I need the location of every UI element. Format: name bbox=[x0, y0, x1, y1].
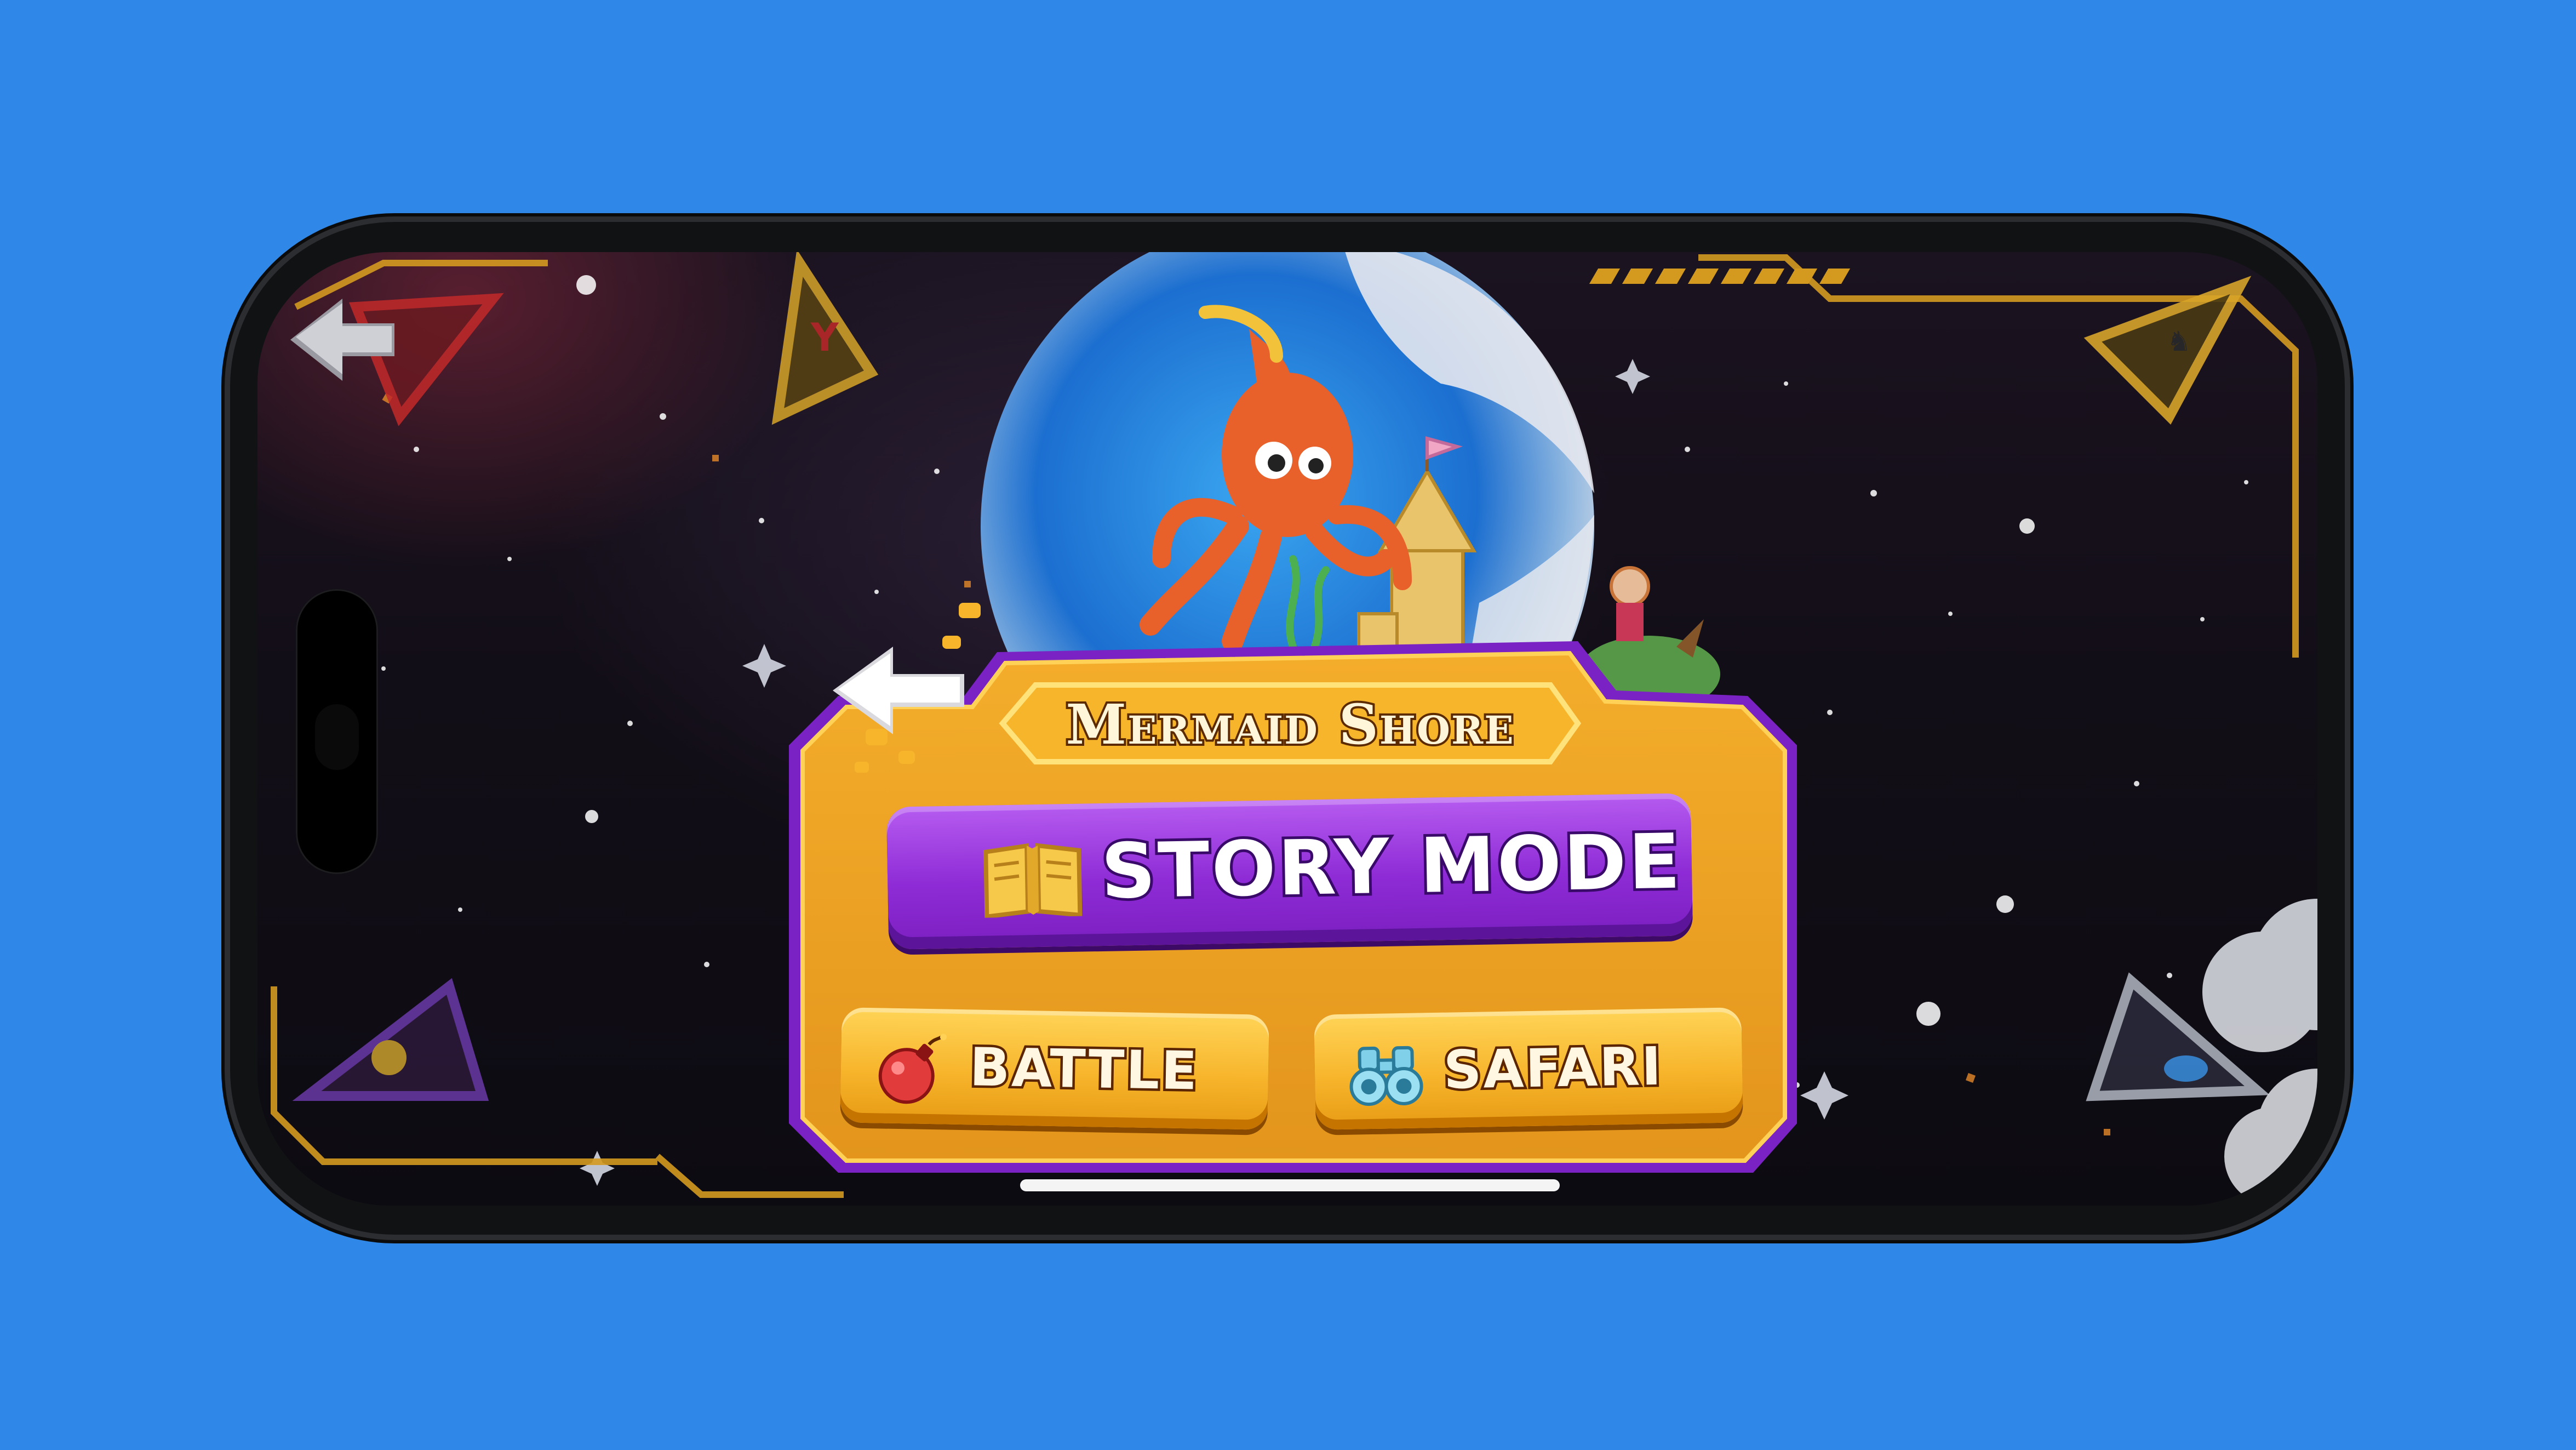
safari-button[interactable]: SAFARI bbox=[1314, 1007, 1743, 1130]
world-title: Mermaid Shore bbox=[1063, 690, 1515, 759]
safari-label: SAFARI bbox=[1441, 1033, 1666, 1103]
story-mode-button[interactable]: STORY MODE bbox=[886, 793, 1693, 950]
battle-button[interactable]: BATTLE bbox=[840, 1007, 1269, 1130]
purple-triangle-badge bbox=[292, 978, 489, 1101]
cloud-decoration bbox=[2202, 899, 2317, 1206]
yellow-triangle-badge-top: Y bbox=[771, 252, 879, 425]
svg-text:Y: Y bbox=[810, 315, 839, 360]
svg-text:♞: ♞ bbox=[2167, 326, 2191, 357]
hud-stripes-bottom bbox=[0, 1167, 162, 1181]
app-backdrop: Y ♞ Mermaid Shore STORY MODE BATTLE SAFA… bbox=[0, 0, 2576, 1450]
battle-label: BATTLE bbox=[967, 1034, 1202, 1104]
phone-camera bbox=[315, 704, 359, 770]
home-indicator[interactable] bbox=[1020, 1179, 1560, 1191]
story-mode-label: STORY MODE bbox=[1098, 814, 1686, 918]
yellow-triangle-badge-right: ♞ bbox=[2083, 276, 2252, 425]
open-book-icon bbox=[983, 843, 1083, 918]
bomb-icon bbox=[878, 1034, 947, 1104]
red-triangle-badge bbox=[349, 293, 504, 426]
binoculars-icon bbox=[1349, 1046, 1423, 1106]
